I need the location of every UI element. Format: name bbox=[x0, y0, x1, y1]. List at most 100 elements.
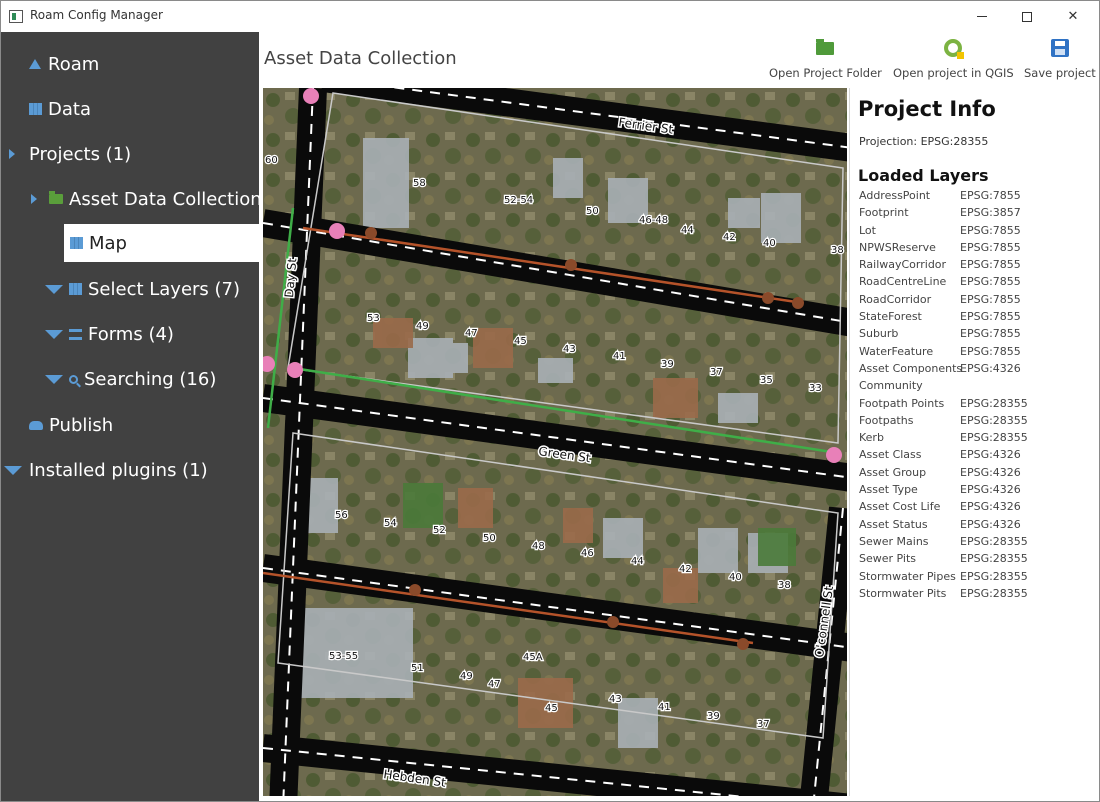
layer-crs: EPSG:28355 bbox=[960, 569, 1028, 583]
sidebar-item-installed-plugins[interactable]: Installed plugins (1) bbox=[4, 451, 208, 489]
lot-number: 45 bbox=[545, 703, 558, 714]
sidebar-item-label: Data bbox=[48, 98, 91, 120]
lot-number: 47 bbox=[465, 328, 478, 339]
close-button[interactable]: ✕ bbox=[1050, 1, 1096, 32]
loaded-layers-title: Loaded Layers bbox=[858, 166, 989, 185]
lot-number: 43 bbox=[563, 344, 576, 355]
layer-row: Asset Group EPSG:4326 bbox=[859, 466, 1099, 483]
lot-number: 35 bbox=[760, 375, 773, 386]
lot-number: 52 bbox=[433, 525, 446, 536]
folder-icon bbox=[49, 191, 63, 204]
layer-crs: EPSG:4326 bbox=[960, 500, 1021, 514]
layer-crs: EPSG:7855 bbox=[960, 310, 1021, 324]
lot-number: 50 bbox=[483, 533, 496, 544]
sidebar-item-projects[interactable]: Projects (1) bbox=[9, 135, 131, 173]
layer-crs: EPSG:28355 bbox=[960, 534, 1028, 548]
layer-row: Footpaths EPSG:28355 bbox=[859, 414, 1099, 431]
maximize-button[interactable] bbox=[1004, 1, 1050, 32]
main-header: Asset Data Collection Open Project Folde… bbox=[260, 32, 1099, 88]
layer-row: Footpath Points EPSG:28355 bbox=[859, 397, 1099, 414]
lot-number: 58 bbox=[413, 178, 426, 189]
layer-name: Asset Type bbox=[859, 483, 918, 497]
sidebar-item-label: Projects (1) bbox=[29, 143, 132, 165]
open-project-folder-button[interactable]: Open Project Folder bbox=[769, 36, 882, 84]
triangle-icon bbox=[29, 59, 41, 69]
caret-right-icon bbox=[31, 194, 37, 204]
layer-crs: EPSG:28355 bbox=[960, 586, 1028, 600]
sidebar-item-searching[interactable]: Searching (16) bbox=[45, 360, 216, 398]
project-info-title: Project Info bbox=[858, 97, 996, 121]
minimize-icon bbox=[977, 16, 987, 17]
save-icon bbox=[1050, 39, 1069, 57]
save-project-button[interactable]: Save project bbox=[1024, 36, 1096, 84]
lot-number: 45 bbox=[514, 336, 527, 347]
sidebar-item-asset-data-collection[interactable]: Asset Data Collection bbox=[31, 180, 262, 218]
lot-number: 33 bbox=[809, 383, 822, 394]
lot-number: 51 bbox=[411, 663, 424, 674]
layer-row: WaterFeature EPSG:7855 bbox=[859, 345, 1099, 362]
sidebar-item-label: Roam bbox=[48, 53, 100, 75]
sidebar-item-label: Map bbox=[89, 232, 127, 254]
layer-crs: EPSG:7855 bbox=[960, 344, 1021, 358]
layer-crs: EPSG:28355 bbox=[960, 552, 1028, 566]
lot-number: 41 bbox=[613, 351, 626, 362]
lot-number: 60 bbox=[265, 155, 278, 166]
map-canvas[interactable]: Ferrier St Day St Green St O'connell St … bbox=[263, 88, 847, 796]
layer-name: Kerb bbox=[859, 431, 884, 445]
lot-number: 40 bbox=[729, 572, 742, 583]
sidebar-item-publish[interactable]: Publish bbox=[29, 406, 113, 444]
open-in-qgis-button[interactable]: Open project in QGIS bbox=[893, 36, 1014, 84]
layer-crs: EPSG:4326 bbox=[960, 465, 1021, 479]
layer-row: Lot EPSG:7855 bbox=[859, 224, 1099, 241]
layer-row: Suburb EPSG:7855 bbox=[859, 327, 1099, 344]
caret-down-icon bbox=[45, 284, 63, 294]
loaded-layers-list: AddressPoint EPSG:7855 Footprint EPSG:3857… bbox=[859, 189, 1099, 604]
layer-crs: EPSG:4326 bbox=[960, 517, 1021, 531]
title-bar: Roam Config Manager ✕ bbox=[1, 1, 1099, 32]
minimize-button[interactable] bbox=[959, 1, 1005, 32]
layer-name: Community bbox=[859, 379, 923, 393]
layer-row: RoadCentreLine EPSG:7855 bbox=[859, 275, 1099, 292]
lot-number: 49 bbox=[416, 321, 429, 332]
layer-name: Lot bbox=[859, 223, 876, 237]
layer-row: Asset Status EPSG:4326 bbox=[859, 518, 1099, 535]
project-info-panel: Project Info Projection: EPSG:28355 Load… bbox=[849, 88, 1099, 796]
open-project-folder-label: Open Project Folder bbox=[769, 66, 882, 80]
layer-name: Asset Components bbox=[859, 361, 963, 375]
qgis-icon bbox=[944, 39, 965, 59]
layer-crs: EPSG:4326 bbox=[960, 361, 1021, 375]
lot-number: 42 bbox=[679, 564, 692, 575]
lot-number: 54 bbox=[384, 518, 397, 529]
layer-row: Asset Cost Life EPSG:4326 bbox=[859, 500, 1099, 517]
sidebar-item-label: Select Layers (7) bbox=[88, 278, 241, 300]
layer-row: AddressPoint EPSG:7855 bbox=[859, 189, 1099, 206]
close-icon: ✕ bbox=[1067, 9, 1079, 24]
layer-crs: EPSG:4326 bbox=[960, 483, 1021, 497]
layer-name: Footpaths bbox=[859, 413, 914, 427]
publish-icon bbox=[29, 420, 43, 430]
sidebar-item-select-layers[interactable]: Select Layers (7) bbox=[45, 270, 240, 308]
layer-row: Footprint EPSG:3857 bbox=[859, 206, 1099, 223]
layer-crs: EPSG:7855 bbox=[960, 223, 1021, 237]
lot-number: 48 bbox=[532, 541, 545, 552]
map-icon bbox=[70, 237, 83, 249]
layer-name: Stormwater Pipes bbox=[859, 569, 956, 583]
layer-name: AddressPoint bbox=[859, 189, 931, 202]
layer-name: Asset Class bbox=[859, 448, 922, 462]
sidebar-item-roam[interactable]: Roam bbox=[29, 45, 99, 83]
sidebar-item-label: Asset Data Collection bbox=[69, 188, 262, 210]
layer-crs: EPSG:7855 bbox=[960, 327, 1021, 341]
lot-number: 44 bbox=[631, 556, 644, 567]
layer-name: WaterFeature bbox=[859, 344, 934, 358]
caret-down-icon bbox=[4, 465, 22, 475]
layer-crs: EPSG:28355 bbox=[960, 431, 1028, 445]
layer-name: Footprint bbox=[859, 206, 909, 220]
layer-name: Footpath Points bbox=[859, 396, 945, 410]
sidebar-item-data[interactable]: Data bbox=[29, 90, 91, 128]
sidebar-item-forms[interactable]: Forms (4) bbox=[45, 315, 174, 353]
layer-crs: EPSG:4326 bbox=[960, 448, 1021, 462]
layer-row: RailwayCorridor EPSG:7855 bbox=[859, 258, 1099, 275]
layer-row: Sewer Pits EPSG:28355 bbox=[859, 552, 1099, 569]
layer-row: StateForest EPSG:7855 bbox=[859, 310, 1099, 327]
sidebar-item-map[interactable]: Map bbox=[64, 224, 259, 262]
